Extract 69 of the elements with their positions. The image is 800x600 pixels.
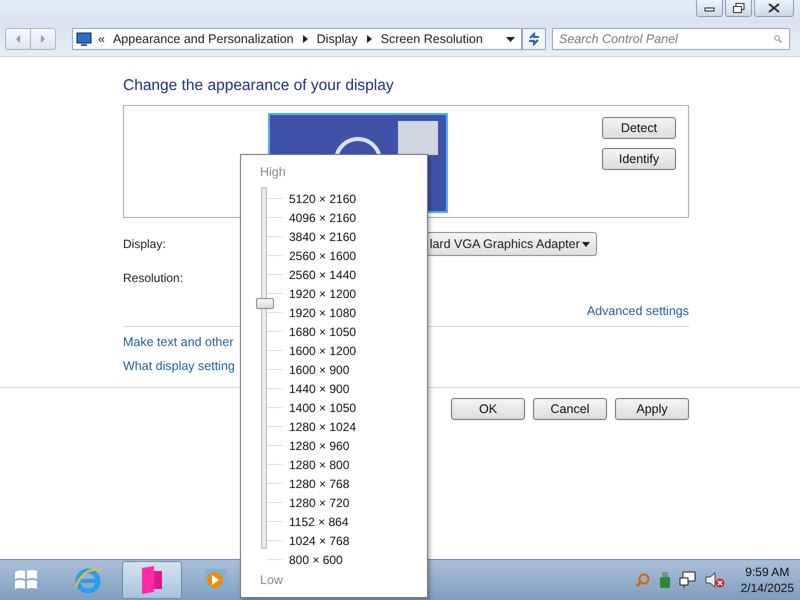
- slider-thumb[interactable]: [256, 298, 274, 310]
- resolution-option[interactable]: 1280 × 768: [289, 476, 350, 490]
- help-link[interactable]: What display setting: [123, 359, 235, 373]
- refresh-button[interactable]: [522, 28, 546, 50]
- clock[interactable]: 9:59 AM 2/14/2025: [740, 564, 794, 596]
- back-button[interactable]: [5, 28, 31, 50]
- preview-button[interactable]: Identify: [602, 148, 676, 170]
- dropdown-arrow-icon: [582, 242, 590, 246]
- breadcrumb-link[interactable]: Appearance and Personalization: [112, 32, 294, 46]
- dialog-button[interactable]: OK: [451, 398, 525, 420]
- resolution-option[interactable]: 1920 × 1200: [289, 286, 356, 300]
- close-icon: [768, 3, 780, 13]
- dropdown-arrow-icon[interactable]: [506, 36, 515, 42]
- help-link[interactable]: Make text and other: [123, 335, 234, 349]
- dialog-button[interactable]: Apply: [615, 398, 689, 420]
- resolution-option[interactable]: 1600 × 1200: [289, 344, 356, 358]
- resolution-option[interactable]: 1280 × 1024: [289, 420, 356, 434]
- resolution-option[interactable]: 1280 × 960: [289, 438, 350, 452]
- forward-arrow-icon: [40, 35, 46, 43]
- resolution-option[interactable]: 1600 × 900: [289, 362, 350, 376]
- back-arrow-icon: [15, 35, 21, 43]
- resolution-option[interactable]: 1680 × 1050: [289, 324, 356, 338]
- resolution-option[interactable]: 4096 × 2160: [289, 210, 356, 224]
- minimize-button[interactable]: [696, 0, 723, 17]
- close-button[interactable]: [754, 0, 794, 17]
- monitor-icon: [76, 32, 92, 46]
- breadcrumb-link[interactable]: Screen Resolution: [380, 32, 483, 46]
- resolution-label: Resolution:: [123, 271, 184, 285]
- resolution-option[interactable]: 2560 × 1600: [289, 248, 356, 262]
- refresh-icon: [527, 32, 541, 46]
- overflow-chevron[interactable]: «: [98, 32, 105, 46]
- breadcrumb-link[interactable]: Display: [316, 32, 358, 46]
- restore-icon: [732, 3, 744, 13]
- clock-time: 9:59 AM: [745, 564, 790, 580]
- search-field[interactable]: Search Control Panel: [552, 28, 790, 50]
- taskbar-app-button[interactable]: [122, 561, 182, 599]
- resolution-option[interactable]: 5120 × 2160: [289, 192, 356, 206]
- resolution-option[interactable]: 1920 × 1080: [289, 306, 356, 320]
- folder-icon: [140, 565, 164, 595]
- breadcrumb-arrow-icon[interactable]: [366, 35, 372, 43]
- resolution-option[interactable]: 3840 × 2160: [289, 230, 356, 244]
- resolution-option[interactable]: 1280 × 720: [289, 496, 350, 510]
- network-icon: [678, 571, 697, 589]
- address-bar[interactable]: « Appearance and Personalization Display Screen Resolution: [72, 28, 522, 50]
- window-panes-icon: [13, 568, 39, 592]
- resolution-option[interactable]: 1152 × 864: [289, 514, 349, 528]
- magnifier-icon: [634, 572, 651, 588]
- page-heading: Change the appearance of your display: [123, 77, 395, 95]
- dialog-button[interactable]: Cancel: [533, 398, 607, 420]
- restore-button[interactable]: [725, 0, 752, 17]
- search-icon: [774, 35, 782, 43]
- display-label: Display:: [123, 237, 166, 251]
- resolution-option[interactable]: 2560 × 1440: [289, 268, 356, 282]
- resolution-option[interactable]: 1024 × 768: [289, 534, 350, 548]
- muted-speaker-icon: [704, 571, 725, 589]
- display-dropdown[interactable]: lard VGA Graphics Adapter: [428, 232, 597, 256]
- resolution-option[interactable]: 1440 × 900: [289, 382, 350, 396]
- resolution-option[interactable]: 1280 × 800: [289, 458, 350, 472]
- breadcrumb-arrow-icon[interactable]: [302, 35, 308, 43]
- clock-date: 2/14/2025: [740, 580, 794, 596]
- play-icon: [204, 568, 228, 592]
- preview-button[interactable]: Detect: [602, 117, 676, 139]
- low-label: Low: [260, 573, 284, 587]
- usb-device-icon: [658, 571, 671, 589]
- high-label: High: [260, 165, 287, 179]
- forward-button[interactable]: [31, 28, 56, 50]
- resolution-option[interactable]: 800 × 600: [289, 552, 343, 566]
- resolution-option[interactable]: 1400 × 1050: [289, 400, 356, 414]
- advanced-settings-link[interactable]: Advanced settings: [586, 304, 689, 318]
